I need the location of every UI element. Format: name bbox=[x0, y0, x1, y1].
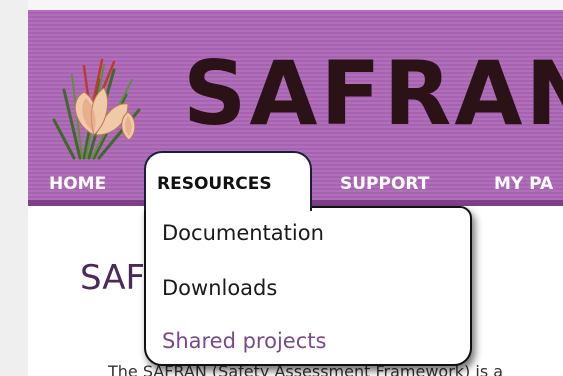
left-gutter bbox=[0, 0, 28, 376]
page-heading: SAF bbox=[80, 258, 146, 298]
menu-item-downloads[interactable]: Downloads bbox=[162, 275, 277, 301]
nav-home[interactable]: HOME bbox=[49, 174, 106, 194]
saffron-flower-icon[interactable] bbox=[44, 40, 160, 160]
site-title[interactable]: SAFRAN bbox=[183, 44, 563, 144]
nav-my-page[interactable]: MY PA bbox=[494, 174, 553, 194]
top-strip bbox=[28, 0, 563, 10]
resources-dropdown-menu: Documentation Downloads Shared projects bbox=[144, 206, 472, 366]
nav-resources[interactable]: RESOURCES bbox=[157, 174, 272, 194]
menu-item-documentation[interactable]: Documentation bbox=[162, 220, 324, 246]
nav-support[interactable]: SUPPORT bbox=[340, 174, 429, 194]
page: SAFRAN HOME RESOURCES SUPPORT MY PA SAF … bbox=[0, 0, 563, 376]
menu-item-shared-projects[interactable]: Shared projects bbox=[162, 328, 326, 354]
